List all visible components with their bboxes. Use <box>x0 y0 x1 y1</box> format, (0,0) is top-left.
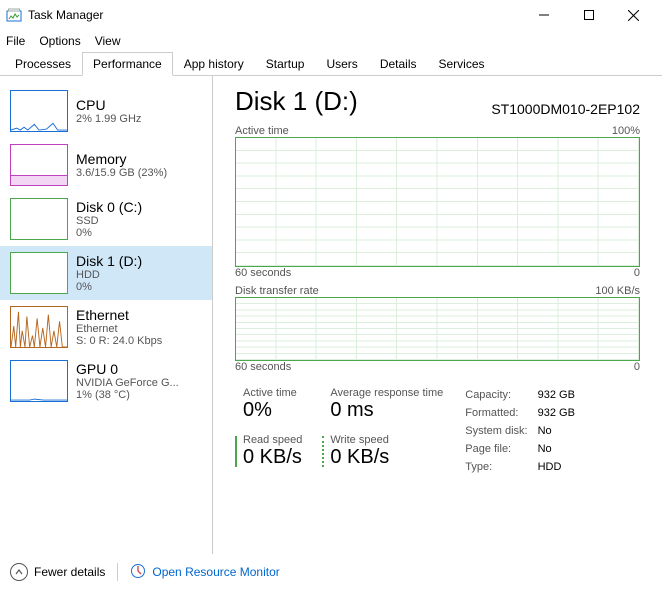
write-speed-value: 0 KB/s <box>330 446 443 469</box>
chart1-axis-r: 0 <box>634 267 640 279</box>
sidebar-item-label: GPU 0 <box>76 361 179 377</box>
sidebar-item-sub: 2% 1.99 GHz <box>76 113 141 125</box>
sidebar-item-disk1[interactable]: Disk 1 (D:) HDD 0% <box>0 246 212 300</box>
menubar: File Options View <box>0 30 662 52</box>
sidebar-item-label: Ethernet <box>76 307 162 323</box>
avg-resp-value: 0 ms <box>330 399 443 422</box>
chart1-axis-l: 60 seconds <box>235 267 291 279</box>
chart1-right: 100% <box>612 125 640 137</box>
maximize-button[interactable] <box>566 0 611 30</box>
open-resource-monitor-label: Open Resource Monitor <box>152 565 279 579</box>
type-label: Type: <box>465 461 535 477</box>
sidebar-item-sub: 3.6/15.9 GB (23%) <box>76 167 167 179</box>
fewer-details-label: Fewer details <box>34 565 105 579</box>
disk-model: ST1000DM010-2EP102 <box>491 101 640 117</box>
sidebar-item-sub2: 0% <box>76 281 142 293</box>
read-speed-value: 0 KB/s <box>243 446 302 469</box>
fewer-details-button[interactable]: Fewer details <box>10 563 105 581</box>
window-controls <box>521 0 656 30</box>
tab-app-history[interactable]: App history <box>173 52 255 76</box>
disk-properties: Capacity:932 GB Formatted:932 GB System … <box>463 387 585 479</box>
main-title: Disk 1 (D:) <box>235 86 358 117</box>
system-disk-value: No <box>538 425 583 441</box>
perf-main: Disk 1 (D:) ST1000DM010-2EP102 Active ti… <box>213 76 662 554</box>
page-file-label: Page file: <box>465 443 535 459</box>
app-icon <box>6 7 22 23</box>
tab-startup[interactable]: Startup <box>255 52 316 76</box>
active-time-chart <box>235 137 640 267</box>
ethernet-thumbnail <box>10 306 68 348</box>
chart2-label: Disk transfer rate <box>235 285 319 297</box>
sidebar-item-label: CPU <box>76 97 141 113</box>
chevron-up-icon <box>10 563 28 581</box>
write-speed-label: Write speed <box>330 434 443 446</box>
cpu-thumbnail <box>10 90 68 132</box>
chart2-axis-r: 0 <box>634 361 640 373</box>
sidebar-item-label: Disk 0 (C:) <box>76 199 142 215</box>
footer-separator <box>117 563 118 581</box>
formatted-label: Formatted: <box>465 407 535 423</box>
titlebar: Task Manager <box>0 0 662 30</box>
open-resource-monitor-link[interactable]: Open Resource Monitor <box>130 563 279 582</box>
minimize-button[interactable] <box>521 0 566 30</box>
memory-thumbnail <box>10 144 68 186</box>
sidebar-item-memory[interactable]: Memory 3.6/15.9 GB (23%) <box>0 138 212 192</box>
tab-details[interactable]: Details <box>369 52 428 76</box>
type-value: HDD <box>538 461 583 477</box>
capacity-label: Capacity: <box>465 389 535 405</box>
sidebar-item-disk0[interactable]: Disk 0 (C:) SSD 0% <box>0 192 212 246</box>
tab-processes[interactable]: Processes <box>4 52 82 76</box>
chart1-label: Active time <box>235 125 289 137</box>
window-title: Task Manager <box>28 8 521 22</box>
active-time-value: 0% <box>243 399 302 422</box>
sidebar-item-sub: HDD <box>76 269 142 281</box>
transfer-rate-chart <box>235 297 640 361</box>
resource-monitor-icon <box>130 563 146 582</box>
active-time-label: Active time <box>243 387 302 399</box>
gpu-thumbnail <box>10 360 68 402</box>
chart2-right: 100 KB/s <box>595 285 640 297</box>
read-speed-label: Read speed <box>243 434 302 446</box>
footer: Fewer details Open Resource Monitor <box>0 554 662 590</box>
sidebar-item-sub: NVIDIA GeForce G... <box>76 377 179 389</box>
sidebar-item-sub2: S: 0 R: 24.0 Kbps <box>76 335 162 347</box>
sidebar-item-label: Memory <box>76 151 167 167</box>
avg-resp-label: Average response time <box>330 387 443 399</box>
capacity-value: 932 GB <box>538 389 583 405</box>
tab-strip: Processes Performance App history Startu… <box>0 52 662 76</box>
system-disk-label: System disk: <box>465 425 535 441</box>
close-button[interactable] <box>611 0 656 30</box>
sidebar-item-sub: SSD <box>76 215 142 227</box>
menu-view[interactable]: View <box>95 34 121 48</box>
menu-file[interactable]: File <box>6 34 25 48</box>
sidebar-item-sub: Ethernet <box>76 323 162 335</box>
sidebar-item-cpu[interactable]: CPU 2% 1.99 GHz <box>0 84 212 138</box>
tab-users[interactable]: Users <box>315 52 368 76</box>
page-file-value: No <box>538 443 583 459</box>
sidebar-item-label: Disk 1 (D:) <box>76 253 142 269</box>
perf-sidebar: CPU 2% 1.99 GHz Memory 3.6/15.9 GB (23%)… <box>0 76 213 554</box>
disk1-thumbnail <box>10 252 68 294</box>
disk0-thumbnail <box>10 198 68 240</box>
sidebar-item-gpu0[interactable]: GPU 0 NVIDIA GeForce G... 1% (38 °C) <box>0 354 212 408</box>
tab-services[interactable]: Services <box>428 52 496 76</box>
sidebar-item-ethernet[interactable]: Ethernet Ethernet S: 0 R: 24.0 Kbps <box>0 300 212 354</box>
tab-performance[interactable]: Performance <box>82 52 173 76</box>
menu-options[interactable]: Options <box>39 34 80 48</box>
formatted-value: 932 GB <box>538 407 583 423</box>
sidebar-item-sub2: 1% (38 °C) <box>76 389 179 401</box>
sidebar-item-sub2: 0% <box>76 227 142 239</box>
chart2-axis-l: 60 seconds <box>235 361 291 373</box>
content: CPU 2% 1.99 GHz Memory 3.6/15.9 GB (23%)… <box>0 76 662 554</box>
